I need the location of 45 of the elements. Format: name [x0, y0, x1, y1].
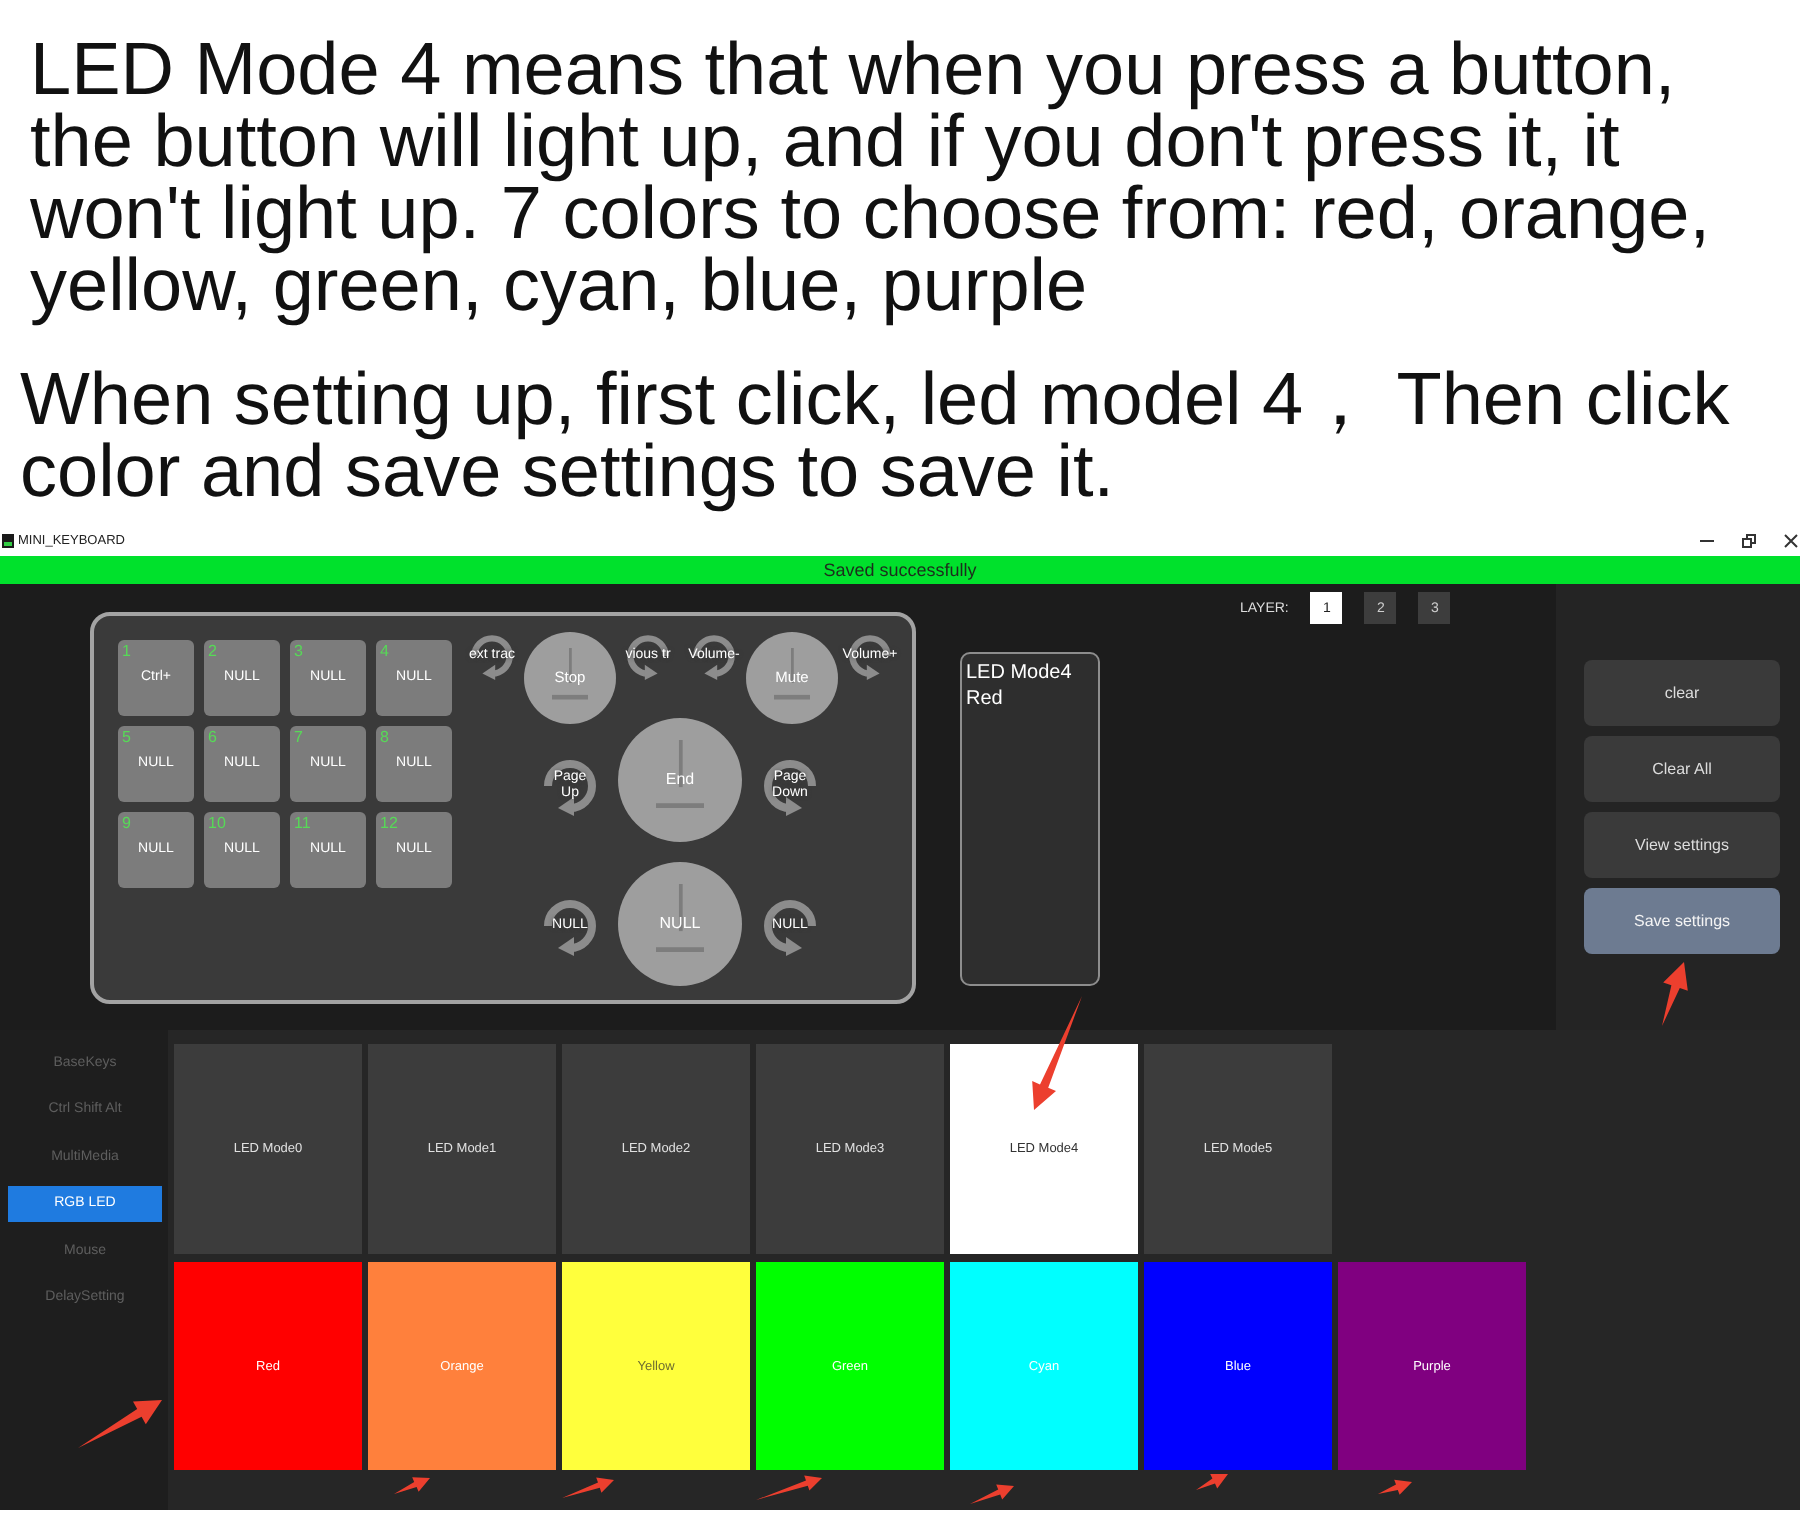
clockwise-arrow-icon	[540, 756, 600, 816]
knob-indicator-icon	[551, 647, 589, 700]
arrow-annotation	[78, 1400, 162, 1448]
key-number: 12	[380, 814, 398, 832]
action-button[interactable]: Clear All	[1584, 736, 1780, 802]
counterclockwise-arrow-icon	[760, 756, 820, 816]
arrow-annotation	[756, 1475, 822, 1500]
arrow-annotation	[1378, 1479, 1412, 1495]
key-number: 6	[208, 728, 217, 746]
info-text: LED Mode4	[966, 660, 1072, 686]
action-button[interactable]: clear	[1584, 660, 1780, 726]
key-number: 10	[208, 814, 226, 832]
key-number: 4	[380, 642, 389, 660]
clockwise-arrow-icon	[540, 896, 600, 956]
key-number: 5	[122, 728, 131, 746]
instruction-text: When setting up, first click, led model 4， Then click color and save settings to save it.	[20, 364, 1730, 508]
info-text: Red	[966, 686, 1003, 712]
knob-button[interactable]: NULL	[618, 862, 742, 986]
close-icon[interactable]	[1784, 534, 1798, 548]
counterclockwise-arrow-icon	[760, 896, 820, 956]
key-number: 8	[380, 728, 389, 746]
restore-icon[interactable]	[1742, 534, 1756, 548]
key-number: 1	[122, 642, 131, 660]
key-number: 3	[294, 642, 303, 660]
status-message: Saved successfully	[823, 560, 977, 580]
key-number: 2	[208, 642, 217, 660]
knob-indicator-icon	[773, 647, 811, 700]
key-number: 9	[122, 814, 131, 832]
knob-indicator-icon	[655, 883, 705, 953]
arrow-annotation	[562, 1477, 614, 1498]
knob-indicator-icon	[655, 739, 705, 809]
arrow-annotation	[970, 1484, 1014, 1504]
knob-button[interactable]: End	[618, 718, 742, 842]
key-number: 7	[294, 728, 303, 746]
action-button[interactable]: Save settings	[1584, 888, 1780, 954]
app-icon	[2, 534, 14, 548]
action-button[interactable]: View settings	[1584, 812, 1780, 878]
counterclockwise-arrow-icon	[846, 632, 894, 680]
key-number: 11	[294, 814, 311, 832]
arrow-annotation	[1662, 962, 1688, 1026]
arrow-annotation	[1032, 996, 1082, 1110]
arrow-annotation	[1196, 1474, 1228, 1490]
arrow-annotation	[394, 1477, 430, 1494]
instruction-text: LED Mode 4 means that when you press a button, the button will light up, and if you don't press it, it won't light up. 7 colors to choose from: red, orange, yellow, green, cyan, blue, purple	[30, 34, 1711, 322]
clockwise-arrow-icon	[468, 632, 516, 680]
